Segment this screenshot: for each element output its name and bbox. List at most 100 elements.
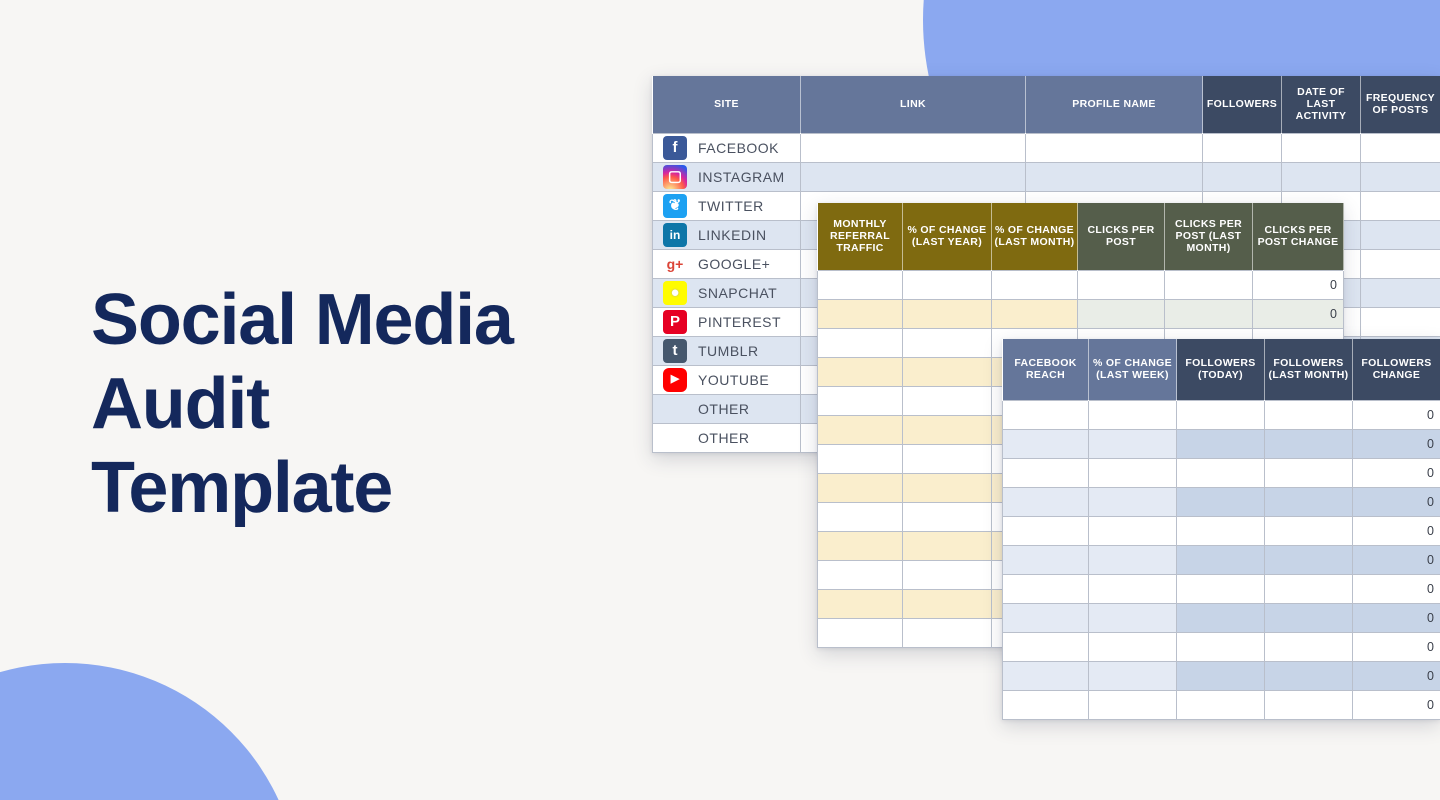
cell-pct-change-last-week[interactable] [1088,544,1177,575]
cell-monthly-referral-traffic[interactable] [817,501,903,532]
cell-facebook-reach[interactable] [1002,631,1089,662]
table-row[interactable]: 0 [1002,631,1440,662]
cell-followers[interactable] [1202,161,1282,192]
column-header-followers-last-month[interactable]: FOLLOWERS (LAST MONTH) [1264,339,1353,400]
table-row[interactable]: 0 [1002,544,1440,575]
table-row[interactable]: 0 [1002,399,1440,430]
cell-followers-today[interactable] [1176,515,1265,546]
cell-profile-name[interactable] [1025,161,1203,192]
followers-table[interactable]: FACEBOOK REACH% OF CHANGE (LAST WEEK) FOL… [1002,339,1440,720]
site-cell[interactable]: P PINTEREST [652,306,801,337]
cell-followers-change[interactable]: 0 [1352,486,1440,517]
cell-clicks-per-post[interactable] [1077,298,1165,329]
cell-frequency-of-posts[interactable] [1360,306,1440,337]
site-cell[interactable]: OTHER [652,422,801,453]
cell-pct-change-last-week[interactable] [1088,573,1177,604]
cell-pct-change-last-month[interactable] [991,269,1078,300]
cell-monthly-referral-traffic[interactable] [817,472,903,503]
site-cell[interactable]: ● SNAPCHAT [652,277,801,308]
cell-pct-change-last-year[interactable] [902,385,992,416]
cell-followers-last-month[interactable] [1264,631,1353,662]
cell-clicks-per-post-last-month[interactable] [1164,298,1253,329]
cell-monthly-referral-traffic[interactable] [817,443,903,474]
cell-followers-last-month[interactable] [1264,573,1353,604]
cell-profile-name[interactable] [1025,132,1203,163]
cell-pct-change-last-year[interactable] [902,414,992,445]
table-row[interactable]: 0 [1002,573,1440,604]
cell-facebook-reach[interactable] [1002,660,1089,691]
cell-pct-change-last-year[interactable] [902,588,992,619]
column-header-frequency-of-posts[interactable]: FREQUENCY OF POSTS [1360,76,1440,133]
cell-monthly-referral-traffic[interactable] [817,385,903,416]
cell-followers-last-month[interactable] [1264,399,1353,430]
cell-pct-change-last-week[interactable] [1088,457,1177,488]
site-cell[interactable]: t TUMBLR [652,335,801,366]
column-header-of-change-last-month[interactable]: % OF CHANGE (LAST MONTH) [991,203,1078,270]
column-header-of-change-last-week[interactable]: % OF CHANGE (LAST WEEK) [1088,339,1177,400]
cell-followers[interactable] [1202,132,1282,163]
cell-followers-today[interactable] [1176,399,1265,430]
followers-table-body[interactable]: 00000000000 [1002,399,1440,720]
cell-pct-change-last-year[interactable] [902,269,992,300]
cell-followers-last-month[interactable] [1264,515,1353,546]
table-row[interactable]: 0 [1002,486,1440,517]
cell-link[interactable] [800,132,1026,163]
cell-pct-change-last-week[interactable] [1088,602,1177,633]
table-row[interactable]: 0 [817,298,1344,329]
cell-facebook-reach[interactable] [1002,689,1089,720]
cell-pct-change-last-week[interactable] [1088,399,1177,430]
cell-followers-last-month[interactable] [1264,544,1353,575]
site-cell[interactable]: in LINKEDIN [652,219,801,250]
cell-pct-change-last-year[interactable] [902,501,992,532]
cell-monthly-referral-traffic[interactable] [817,298,903,329]
table-row[interactable]: 0 [1002,660,1440,691]
cell-date-of-last-activity[interactable] [1281,132,1361,163]
cell-followers-last-month[interactable] [1264,689,1353,720]
column-header-followers[interactable]: FOLLOWERS [1202,76,1282,133]
cell-followers-today[interactable] [1176,544,1265,575]
cell-followers-change[interactable]: 0 [1352,428,1440,459]
cell-monthly-referral-traffic[interactable] [817,327,903,358]
site-cell[interactable]: ❦ TWITTER [652,190,801,221]
cell-followers-change[interactable]: 0 [1352,515,1440,546]
cell-facebook-reach[interactable] [1002,399,1089,430]
cell-followers-last-month[interactable] [1264,428,1353,459]
cell-followers-last-month[interactable] [1264,457,1353,488]
cell-followers-change[interactable]: 0 [1352,602,1440,633]
cell-pct-change-last-year[interactable] [902,298,992,329]
cell-followers-change[interactable]: 0 [1352,457,1440,488]
cell-pct-change-last-week[interactable] [1088,631,1177,662]
cell-followers-last-month[interactable] [1264,660,1353,691]
cell-facebook-reach[interactable] [1002,457,1089,488]
site-cell[interactable]: f FACEBOOK [652,132,801,163]
cell-followers-today[interactable] [1176,660,1265,691]
column-header-followers-today[interactable]: FOLLOWERS (TODAY) [1176,339,1265,400]
column-header-clicks-per-post-change[interactable]: CLICKS PER POST CHANGE [1252,203,1344,270]
cell-followers-change[interactable]: 0 [1352,544,1440,575]
cell-followers-change[interactable]: 0 [1352,631,1440,662]
cell-pct-change-last-year[interactable] [902,559,992,590]
cell-monthly-referral-traffic[interactable] [817,356,903,387]
cell-monthly-referral-traffic[interactable] [817,269,903,300]
cell-followers-last-month[interactable] [1264,602,1353,633]
column-header-profile-name[interactable]: PROFILE NAME [1025,76,1203,133]
cell-facebook-reach[interactable] [1002,486,1089,517]
cell-followers-today[interactable] [1176,457,1265,488]
cell-monthly-referral-traffic[interactable] [817,414,903,445]
cell-facebook-reach[interactable] [1002,515,1089,546]
column-header-site[interactable]: SITE [652,76,801,133]
table-row[interactable]: f FACEBOOK [652,132,1440,163]
cell-clicks-per-post-change[interactable]: 0 [1252,298,1344,329]
cell-pct-change-last-year[interactable] [902,617,992,648]
column-header-of-change-last-year[interactable]: % OF CHANGE (LAST YEAR) [902,203,992,270]
cell-followers-last-month[interactable] [1264,486,1353,517]
cell-monthly-referral-traffic[interactable] [817,559,903,590]
cell-monthly-referral-traffic[interactable] [817,617,903,648]
site-cell[interactable]: ▢ INSTAGRAM [652,161,801,192]
cell-date-of-last-activity[interactable] [1281,161,1361,192]
cell-frequency-of-posts[interactable] [1360,277,1440,308]
cell-monthly-referral-traffic[interactable] [817,588,903,619]
cell-pct-change-last-month[interactable] [991,298,1078,329]
cell-followers-today[interactable] [1176,486,1265,517]
table-row[interactable]: 0 [1002,457,1440,488]
